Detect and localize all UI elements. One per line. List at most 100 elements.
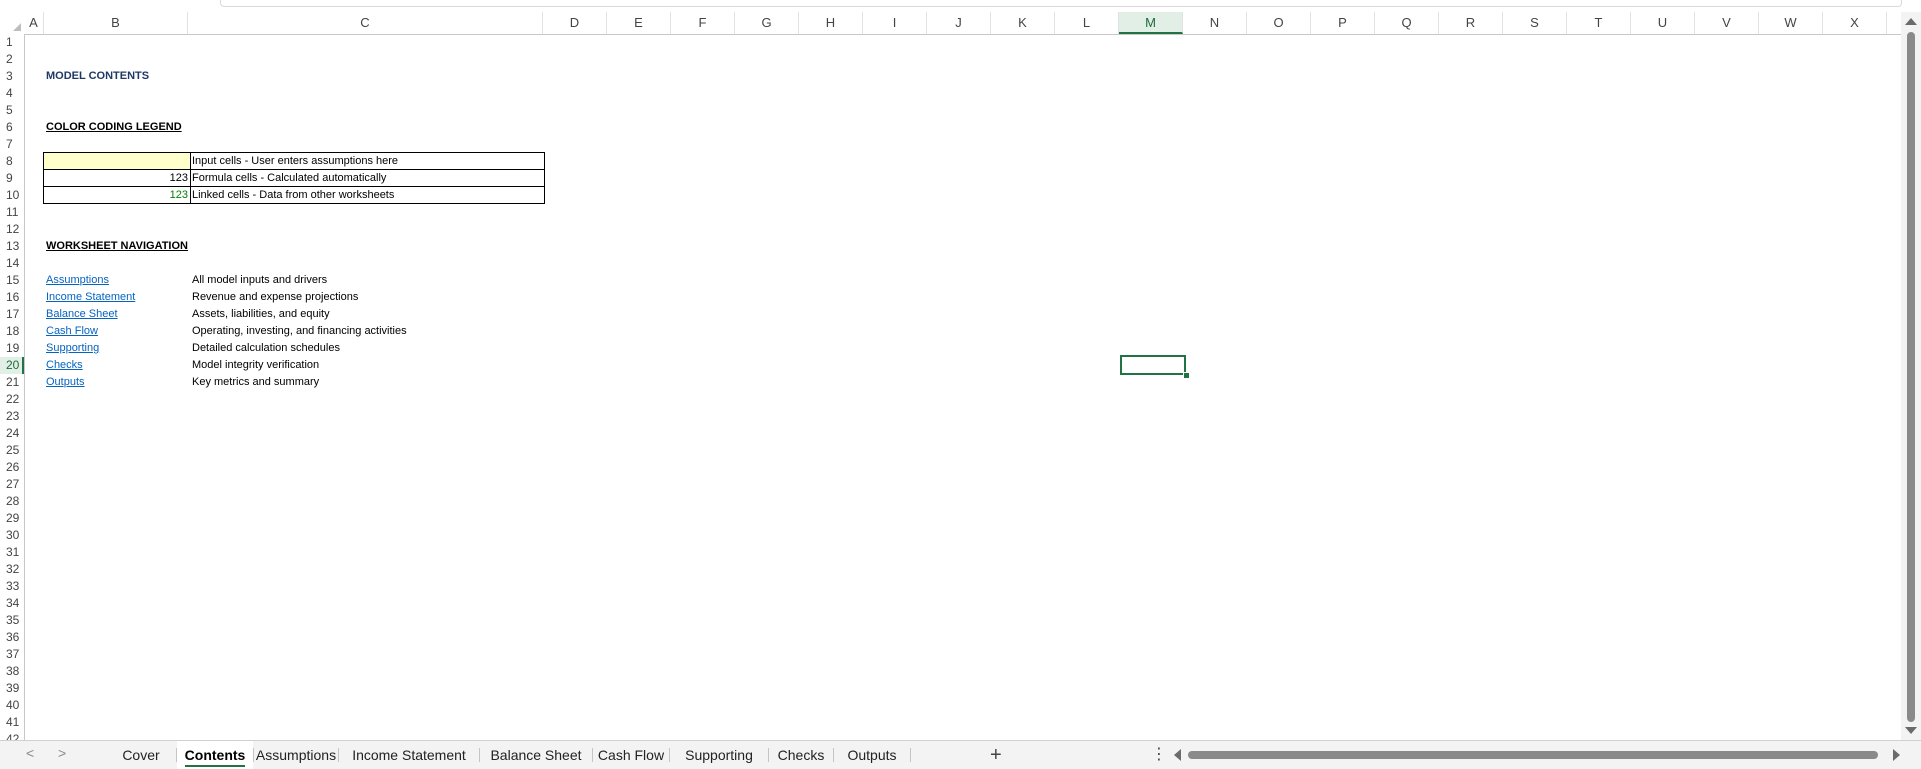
next-sheet-icon[interactable]: > <box>58 745 66 761</box>
sheet-tab-assumptions[interactable]: Assumptions <box>254 741 338 769</box>
row-header-31[interactable]: 31 <box>0 544 24 561</box>
row-header-25[interactable]: 25 <box>0 442 24 459</box>
row-header-5[interactable]: 5 <box>0 102 24 119</box>
column-header-s[interactable]: S <box>1503 12 1567 34</box>
row-header-19[interactable]: 19 <box>0 340 24 357</box>
column-header-m[interactable]: M <box>1119 12 1183 34</box>
link-income-statement[interactable]: Income Statement <box>46 289 135 306</box>
scroll-left-icon[interactable] <box>1174 749 1181 761</box>
formula-bar[interactable] <box>220 0 1902 7</box>
column-header-r[interactable]: R <box>1439 12 1503 34</box>
link-balance-sheet[interactable]: Balance Sheet <box>46 306 118 323</box>
row-header-14[interactable]: 14 <box>0 255 24 272</box>
column-header-o[interactable]: O <box>1247 12 1311 34</box>
column-header-i[interactable]: I <box>863 12 927 34</box>
row-header-39[interactable]: 39 <box>0 680 24 697</box>
fill-handle[interactable] <box>1183 372 1190 379</box>
column-header-w[interactable]: W <box>1759 12 1823 34</box>
sheet-tab-outputs[interactable]: Outputs <box>834 741 910 769</box>
more-options-icon[interactable]: ⋮ <box>1151 741 1167 769</box>
row-header-10[interactable]: 10 <box>0 187 24 204</box>
row-header-18[interactable]: 18 <box>0 323 24 340</box>
column-header-q[interactable]: Q <box>1375 12 1439 34</box>
row-header-3[interactable]: 3 <box>0 68 24 85</box>
row-header-38[interactable]: 38 <box>0 663 24 680</box>
column-header-t[interactable]: T <box>1567 12 1631 34</box>
row-header-42[interactable]: 42 <box>0 731 24 740</box>
worksheet-grid[interactable]: MODEL CONTENTS COLOR CODING LEGEND Input… <box>24 34 1901 740</box>
row-header-11[interactable]: 11 <box>0 204 24 221</box>
vertical-scroll-thumb[interactable] <box>1907 32 1915 722</box>
row-header-30[interactable]: 30 <box>0 527 24 544</box>
sheet-tab-checks[interactable]: Checks <box>769 741 833 769</box>
link-supporting[interactable]: Supporting <box>46 340 99 357</box>
column-header-f[interactable]: F <box>671 12 735 34</box>
column-header-j[interactable]: J <box>927 12 991 34</box>
column-header-h[interactable]: H <box>799 12 863 34</box>
column-header-l[interactable]: L <box>1055 12 1119 34</box>
row-header-24[interactable]: 24 <box>0 425 24 442</box>
link-outputs[interactable]: Outputs <box>46 374 85 391</box>
row-header-2[interactable]: 2 <box>0 51 24 68</box>
row-header-12[interactable]: 12 <box>0 221 24 238</box>
row-header-37[interactable]: 37 <box>0 646 24 663</box>
select-all-button[interactable] <box>0 12 24 34</box>
row-header-15[interactable]: 15 <box>0 272 24 289</box>
row-header-32[interactable]: 32 <box>0 561 24 578</box>
horizontal-scroll-thumb[interactable] <box>1188 751 1878 759</box>
sheet-tab-contents[interactable]: Contents <box>177 741 253 769</box>
row-header-20[interactable]: 20 <box>0 357 24 374</box>
scroll-down-icon[interactable] <box>1905 727 1917 734</box>
row-header-13[interactable]: 13 <box>0 238 24 255</box>
row-header-26[interactable]: 26 <box>0 459 24 476</box>
row-header-7[interactable]: 7 <box>0 136 24 153</box>
column-header-g[interactable]: G <box>735 12 799 34</box>
column-header-v[interactable]: V <box>1695 12 1759 34</box>
row-header-9[interactable]: 9 <box>0 170 24 187</box>
row-header-6[interactable]: 6 <box>0 119 24 136</box>
scroll-up-icon[interactable] <box>1905 18 1917 25</box>
vertical-scrollbar[interactable] <box>1901 12 1921 740</box>
row-header-33[interactable]: 33 <box>0 578 24 595</box>
horizontal-scrollbar[interactable] <box>1172 748 1902 762</box>
row-header-16[interactable]: 16 <box>0 289 24 306</box>
row-header-1[interactable]: 1 <box>0 34 24 51</box>
row-header-8[interactable]: 8 <box>0 153 24 170</box>
link-assumptions[interactable]: Assumptions <box>46 272 109 289</box>
column-header-u[interactable]: U <box>1631 12 1695 34</box>
nav-description: Detailed calculation schedules <box>192 342 340 354</box>
row-header-27[interactable]: 27 <box>0 476 24 493</box>
column-header-b[interactable]: B <box>44 12 188 34</box>
active-cell-cursor[interactable] <box>1120 355 1186 375</box>
row-header-35[interactable]: 35 <box>0 612 24 629</box>
link-cash-flow[interactable]: Cash Flow <box>46 323 98 340</box>
row-header-29[interactable]: 29 <box>0 510 24 527</box>
prev-sheet-icon[interactable]: < <box>26 745 34 761</box>
add-sheet-button[interactable]: + <box>990 741 1002 769</box>
row-header-28[interactable]: 28 <box>0 493 24 510</box>
column-header-k[interactable]: K <box>991 12 1055 34</box>
column-header-c[interactable]: C <box>188 12 543 34</box>
sheet-tab-supporting[interactable]: Supporting <box>670 741 768 769</box>
column-header-e[interactable]: E <box>607 12 671 34</box>
row-header-22[interactable]: 22 <box>0 391 24 408</box>
row-header-40[interactable]: 40 <box>0 697 24 714</box>
sheet-tab-cover[interactable]: Cover <box>106 741 176 769</box>
column-header-d[interactable]: D <box>543 12 607 34</box>
row-header-17[interactable]: 17 <box>0 306 24 323</box>
row-header-41[interactable]: 41 <box>0 714 24 731</box>
scroll-right-icon[interactable] <box>1893 749 1900 761</box>
row-header-23[interactable]: 23 <box>0 408 24 425</box>
column-header-n[interactable]: N <box>1183 12 1247 34</box>
column-header-a[interactable]: A <box>24 12 44 34</box>
link-checks[interactable]: Checks <box>46 357 83 374</box>
sheet-tab-income-statement[interactable]: Income Statement <box>339 741 479 769</box>
row-header-4[interactable]: 4 <box>0 85 24 102</box>
sheet-tab-cash-flow[interactable]: Cash Flow <box>593 741 669 769</box>
row-header-21[interactable]: 21 <box>0 374 24 391</box>
row-header-34[interactable]: 34 <box>0 595 24 612</box>
sheet-tab-balance-sheet[interactable]: Balance Sheet <box>480 741 592 769</box>
column-header-x[interactable]: X <box>1823 12 1887 34</box>
row-header-36[interactable]: 36 <box>0 629 24 646</box>
column-header-p[interactable]: P <box>1311 12 1375 34</box>
